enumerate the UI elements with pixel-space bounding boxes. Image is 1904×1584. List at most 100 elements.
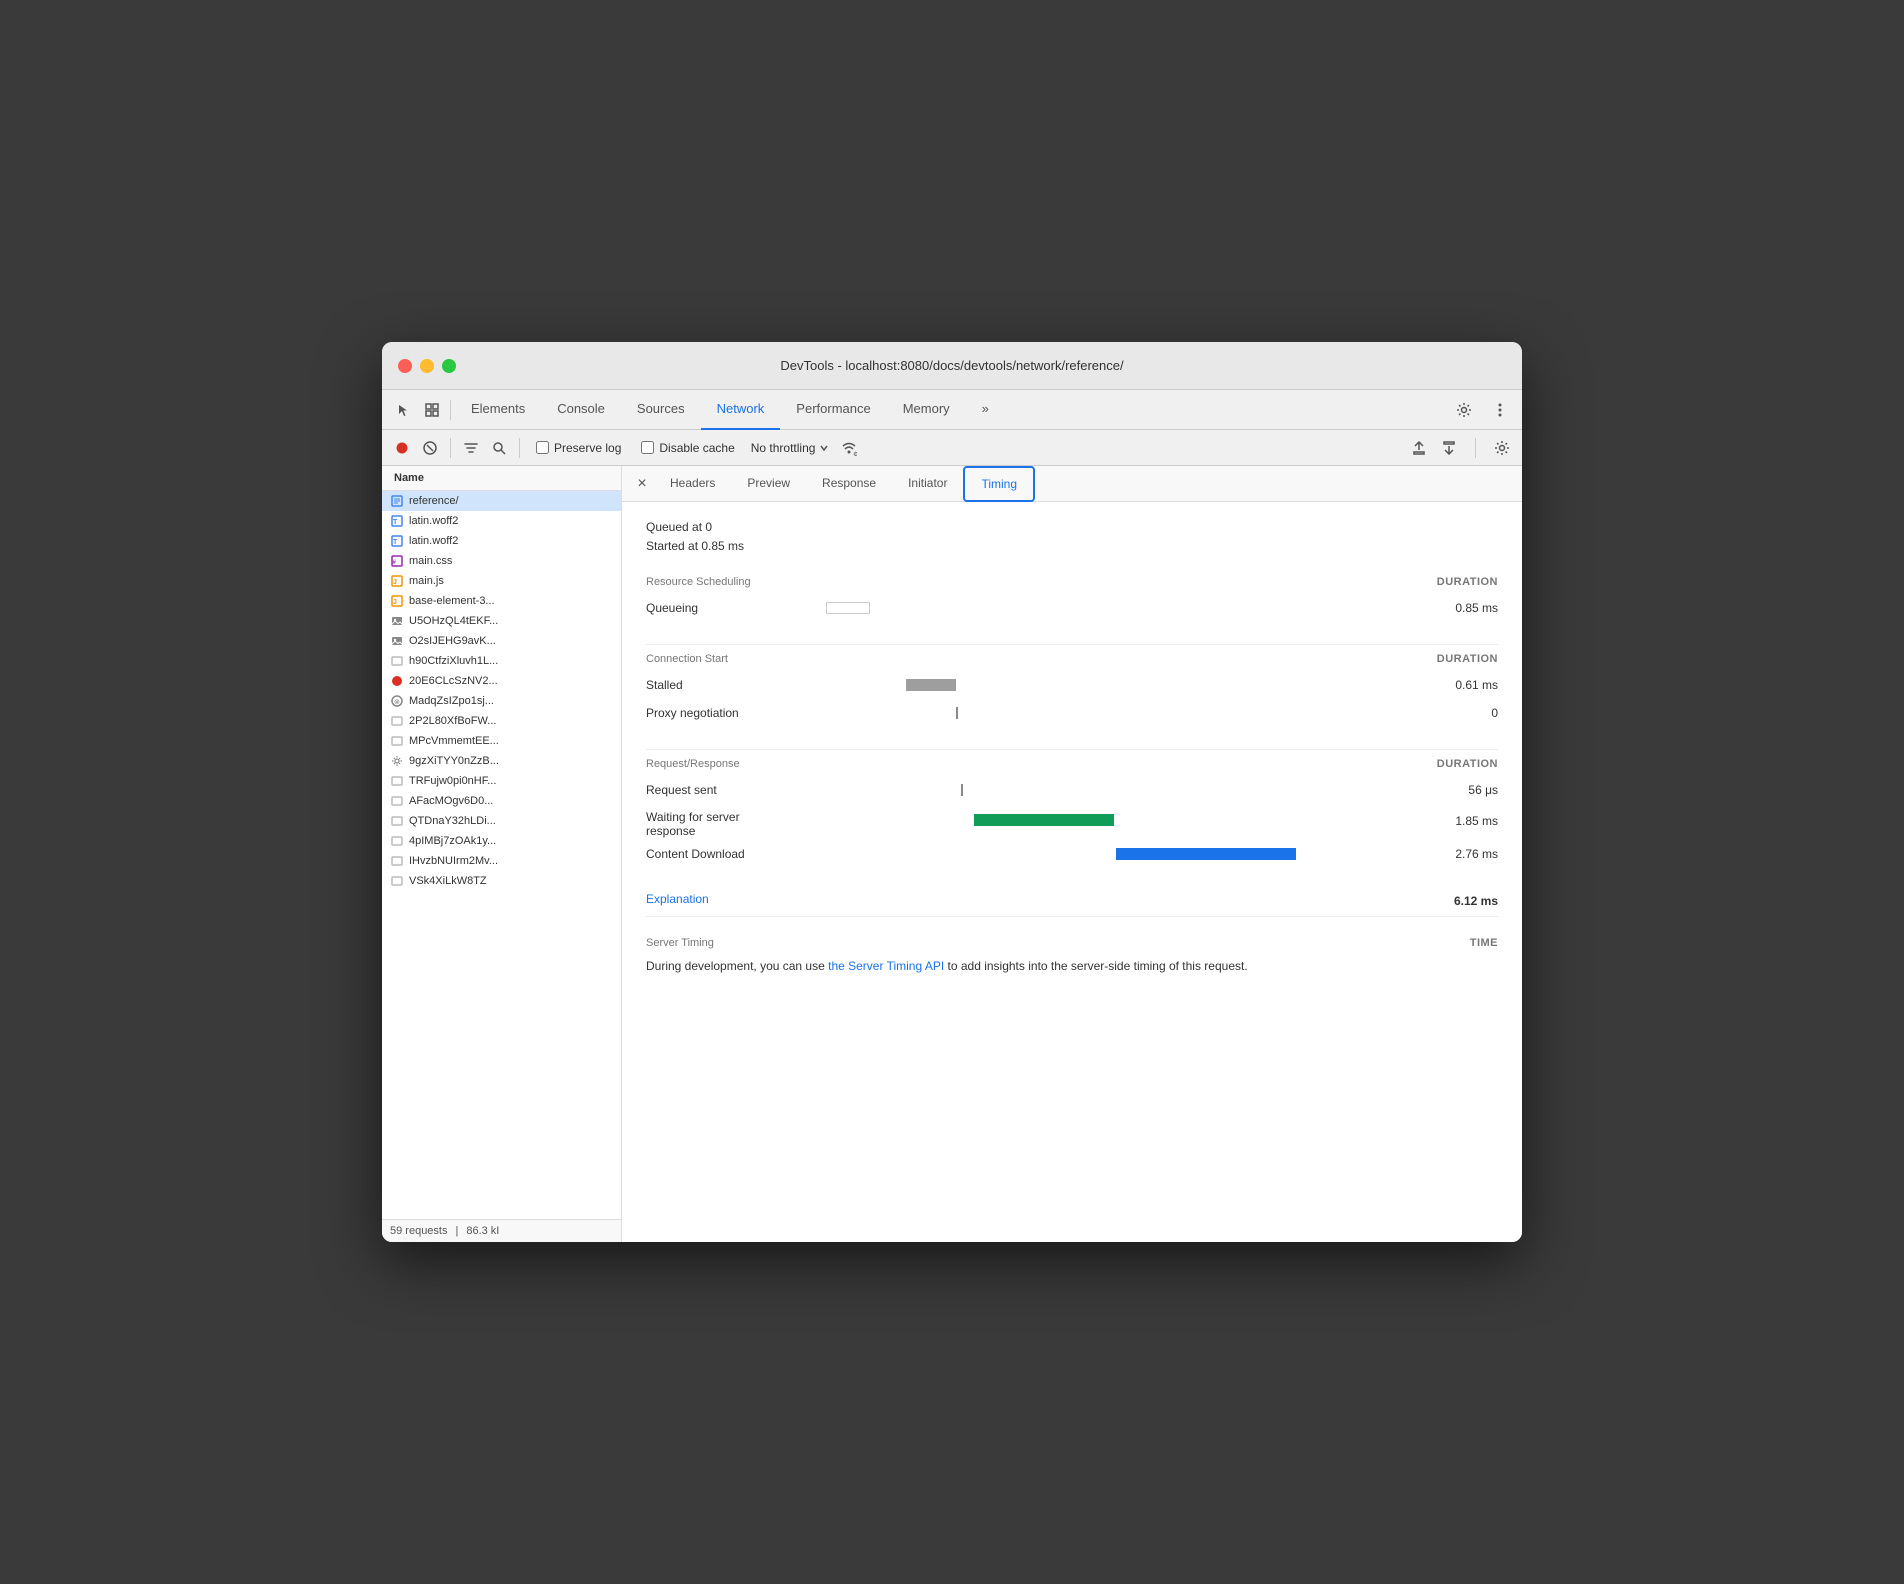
tab-timing[interactable]: Timing — [963, 466, 1035, 502]
timing-row-download: Content Download 2.76 ms — [646, 842, 1498, 866]
timing-row-waiting: Waiting for server response 1.85 ms — [646, 806, 1498, 838]
tab-network[interactable]: Network — [701, 390, 781, 430]
disable-cache-checkbox[interactable]: Disable cache — [633, 441, 742, 455]
clear-button[interactable] — [418, 436, 442, 460]
server-timing-description: During development, you can use the Serv… — [646, 957, 1498, 976]
close-button[interactable] — [398, 359, 412, 373]
list-item[interactable]: O2sIJEHG9avK... — [382, 631, 621, 651]
font-icon: T — [390, 514, 404, 528]
tab-more[interactable]: » — [966, 390, 1005, 430]
request-response-section: Request/Response DURATION Request sent 5… — [646, 758, 1498, 866]
list-item[interactable]: 9gzXiTYY0nZzB... — [382, 751, 621, 771]
list-item[interactable]: MPcVmmemtEE... — [382, 731, 621, 751]
server-timing-api-link[interactable]: the Server Timing API — [828, 959, 944, 973]
tab-headers[interactable]: Headers — [654, 466, 731, 502]
preserve-log-checkbox[interactable]: Preserve log — [528, 441, 629, 455]
list-item[interactable]: h90CtfziXluvh1L... — [382, 651, 621, 671]
duration-label: DURATION — [1437, 576, 1498, 588]
font-icon: T — [390, 534, 404, 548]
gray-icon — [390, 654, 404, 668]
list-item[interactable]: T latin.woff2 — [382, 531, 621, 551]
list-item[interactable]: J base-element-3... — [382, 591, 621, 611]
bar-area — [826, 675, 1418, 695]
list-item[interactable]: T latin.woff2 — [382, 511, 621, 531]
row-duration: 0.85 ms — [1418, 601, 1498, 615]
list-item[interactable]: 4pIMBj7zOAk1y... — [382, 831, 621, 851]
throttle-dropdown[interactable]: No throttling — [747, 441, 834, 455]
list-item[interactable]: U5OHzQL4tEKF... — [382, 611, 621, 631]
tab-performance[interactable]: Performance — [780, 390, 886, 430]
img-icon — [390, 634, 404, 648]
list-item[interactable]: 20E6CLcSzNV2... — [382, 671, 621, 691]
record-button[interactable] — [390, 436, 414, 460]
detail-panel: × Headers Preview Response Initiator Tim… — [622, 466, 1522, 1242]
resource-scheduling-section: Resource Scheduling DURATION Queueing 0.… — [646, 576, 1498, 620]
bar-area — [826, 844, 1418, 864]
bar-area — [826, 703, 1418, 723]
explanation-link[interactable]: Explanation — [646, 892, 709, 906]
settings-icon[interactable] — [1450, 396, 1478, 424]
list-item[interactable]: TRFujw0pi0nHF... — [382, 771, 621, 791]
list-item[interactable]: J main.js — [382, 571, 621, 591]
list-item[interactable]: 2P2L80XfBoFW... — [382, 711, 621, 731]
search-icon[interactable] — [487, 436, 511, 460]
inspect-icon[interactable] — [418, 396, 446, 424]
tab-memory[interactable]: Memory — [887, 390, 966, 430]
request-count: 59 requests — [390, 1225, 447, 1237]
tab-elements[interactable]: Elements — [455, 390, 541, 430]
timing-bar — [974, 814, 1114, 826]
img-icon — [390, 614, 404, 628]
row-label: Waiting for server response — [646, 810, 826, 838]
duration-label: DURATION — [1437, 653, 1498, 665]
list-item[interactable]: VSk4XiLkW8TZ — [382, 871, 621, 891]
list-item[interactable]: AFacMOgv6D0... — [382, 791, 621, 811]
gray-icon — [390, 874, 404, 888]
network-sidebar: Name reference/ T latin.woff2 — [382, 466, 622, 1242]
list-item[interactable]: # main.css — [382, 551, 621, 571]
server-timing-header: Server Timing TIME — [646, 937, 1498, 949]
tab-sources[interactable]: Sources — [621, 390, 701, 430]
gray-icon — [390, 774, 404, 788]
network-toolbar: Preserve log Disable cache No throttling… — [382, 430, 1522, 466]
detail-tab-bar: × Headers Preview Response Initiator Tim… — [622, 466, 1522, 502]
timing-row-proxy: Proxy negotiation 0 — [646, 701, 1498, 725]
timing-bar — [906, 679, 956, 691]
tab-console[interactable]: Console — [541, 390, 621, 430]
row-duration: 0 — [1418, 706, 1498, 720]
maximize-button[interactable] — [442, 359, 456, 373]
tab-response[interactable]: Response — [806, 466, 892, 502]
timing-bar-hairline — [961, 784, 963, 796]
separator — [450, 400, 451, 420]
divider — [646, 916, 1498, 917]
list-item[interactable]: reference/ — [382, 491, 621, 511]
devtools-tab-bar: Elements Console Sources Network Perform… — [382, 390, 1522, 430]
filter-icon[interactable] — [459, 436, 483, 460]
list-item[interactable]: ⊗ MadqZsIZpo1sj... — [382, 691, 621, 711]
tab-initiator[interactable]: Initiator — [892, 466, 963, 502]
toolbar-sep-3 — [1475, 438, 1476, 458]
svg-text:J: J — [393, 599, 397, 606]
red-icon — [390, 674, 404, 688]
server-timing-section: Server Timing TIME During development, y… — [646, 937, 1498, 976]
toolbar-right — [1407, 436, 1514, 460]
download-icon[interactable] — [1437, 436, 1461, 460]
traffic-lights — [398, 359, 456, 373]
devtools-window: DevTools - localhost:8080/docs/devtools/… — [382, 342, 1522, 1242]
upload-icon[interactable] — [1407, 436, 1431, 460]
tab-preview[interactable]: Preview — [731, 466, 806, 502]
list-item[interactable]: IHvzbNUIrm2Mv... — [382, 851, 621, 871]
gray-icon — [390, 794, 404, 808]
cursor-icon[interactable] — [390, 396, 418, 424]
svg-text:⊗: ⊗ — [394, 699, 400, 706]
more-icon[interactable] — [1486, 396, 1514, 424]
started-at: Started at 0.85 ms — [646, 537, 1498, 556]
network-settings-icon[interactable] — [1490, 436, 1514, 460]
row-duration: 0.61 ms — [1418, 678, 1498, 692]
section-title: Resource Scheduling — [646, 576, 1437, 588]
close-panel-button[interactable]: × — [630, 472, 654, 496]
wifi-icon[interactable]: ⚙ — [837, 436, 861, 460]
title-bar: DevTools - localhost:8080/docs/devtools/… — [382, 342, 1522, 390]
minimize-button[interactable] — [420, 359, 434, 373]
list-item[interactable]: QTDnaY32hLDi... — [382, 811, 621, 831]
row-duration: 56 μs — [1418, 783, 1498, 797]
